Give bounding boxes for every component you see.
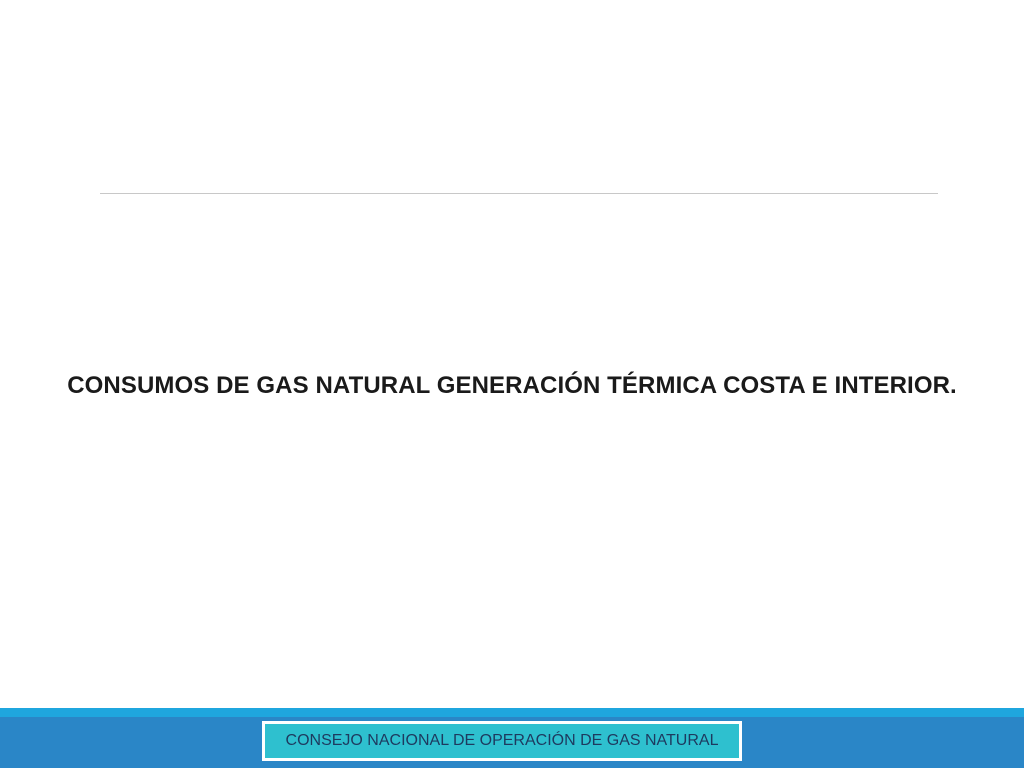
footer-label: CONSEJO NACIONAL DE OPERACIÓN DE GAS NAT… [285,732,719,749]
footer-label-box: CONSEJO NACIONAL DE OPERACIÓN DE GAS NAT… [262,721,742,761]
title-divider-line [100,193,938,194]
slide: CONSUMOS DE GAS NATURAL GENERACIÓN TÉRMI… [0,0,1024,768]
footer-stripe [0,708,1024,717]
slide-title: CONSUMOS DE GAS NATURAL GENERACIÓN TÉRMI… [67,372,957,399]
